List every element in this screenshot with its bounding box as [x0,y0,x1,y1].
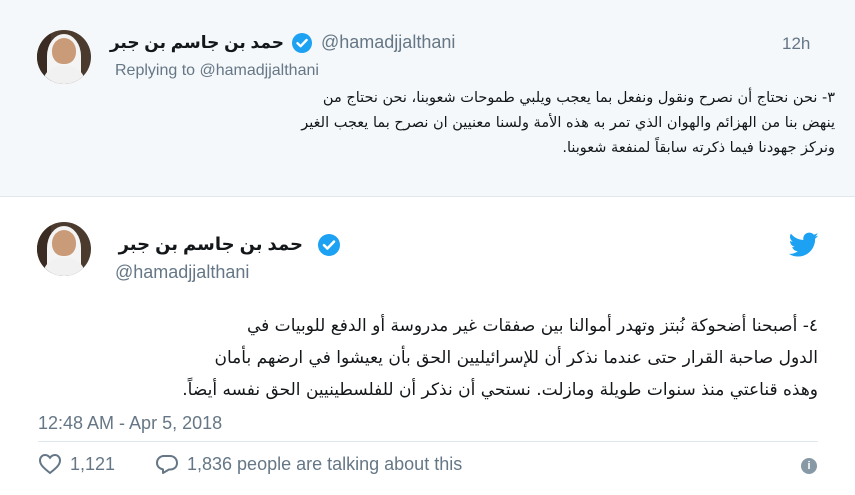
author-handle[interactable]: @hamadjjalthani [115,262,249,283]
tweet-time[interactable]: 12h [782,34,810,54]
replying-to-handle[interactable]: @hamadjjalthani [200,62,319,79]
talking-count: 1,836 people are talking about this [187,453,463,474]
text-line: ينهض بنا من الهزائم والهوان الذي تمر به … [301,115,835,131]
text-line: ونركز جهودنا فيما ذكرته سابقاً لمنفعة شع… [562,140,835,156]
heart-icon [38,453,62,475]
verified-badge-icon [292,33,312,53]
verified-badge-icon [318,234,340,256]
text-line: وهذه قناعتي منذ سنوات طويلة ومازلت. نستح… [182,380,818,400]
text-line: الدول صاحبة القرار حتى عندما نذكر أن للإ… [214,348,818,368]
like-action[interactable]: 1,121 [38,452,115,476]
main-tweet-text: ٤- أصبحنا أضحوكة نُبتز وتهدر أموالنا بين… [28,310,818,406]
reply-tweet-text: ٣- نحن نحتاج أن نصرح ونقول ونفعل بما يعج… [95,86,835,161]
twitter-bird-icon[interactable] [789,232,819,258]
avatar[interactable] [37,30,91,84]
speech-bubble-icon [156,455,178,474]
text-line: ٣- نحن نحتاج أن نصرح ونقول ونفعل بما يعج… [322,90,835,106]
info-icon[interactable]: i [801,458,817,474]
text-line: ٤- أصبحنا أضحوكة نُبتز وتهدر أموالنا بين… [246,316,818,336]
divider [38,441,818,442]
author-handle[interactable]: @hamadjjalthani [321,32,455,53]
tweet-timestamp[interactable]: 12:48 AM - Apr 5, 2018 [38,413,222,434]
avatar[interactable] [37,222,91,276]
author-name[interactable]: حمد بن جاسم بن جبر [110,33,284,53]
like-count: 1,121 [70,453,116,474]
replying-to-label: Replying to [115,62,200,79]
author-name[interactable]: حمد بن جاسم بن جبر [119,234,303,255]
replying-to: Replying to @hamadjjalthani [115,62,319,80]
reply-action[interactable]: 1,836 people are talking about this [155,452,462,476]
reply-tweet[interactable]: حمد بن جاسم بن جبر @hamadjjalthani 12h R… [0,0,855,197]
